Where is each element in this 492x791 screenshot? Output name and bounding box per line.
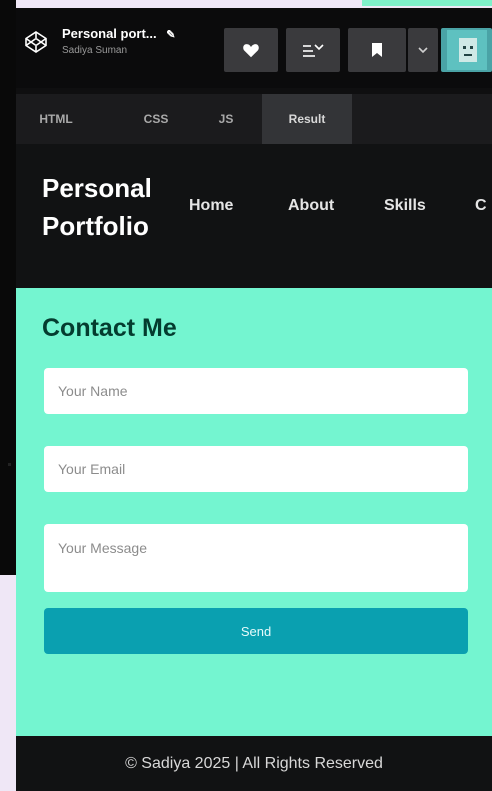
nav-home[interactable]: Home xyxy=(189,197,233,215)
avatar-illustration xyxy=(446,30,487,70)
site-navbar: Personal Portfolio Home About Skills C xyxy=(16,144,492,288)
email-input[interactable] xyxy=(44,446,468,492)
bookmark-dropdown-button[interactable] xyxy=(408,28,438,72)
pen-title-block: Personal port... ✎ Sadiya Suman xyxy=(62,26,175,56)
footer-text: © Sadiya 2025 | All Rights Reserved xyxy=(125,755,383,772)
left-edge-dot xyxy=(8,463,11,466)
left-edge-bar xyxy=(0,0,16,575)
name-input[interactable] xyxy=(44,368,468,414)
bookmark-button[interactable] xyxy=(348,28,406,72)
pen-author[interactable]: Sadiya Suman xyxy=(62,45,175,56)
message-textarea[interactable] xyxy=(44,524,468,592)
codepen-logo-icon[interactable] xyxy=(24,30,48,54)
pen-title[interactable]: Personal port... ✎ xyxy=(62,26,175,41)
tab-html[interactable]: HTML xyxy=(16,94,96,144)
heart-button[interactable] xyxy=(224,28,278,72)
nav-contact[interactable]: C xyxy=(475,197,487,215)
pen-title-text: Personal port... xyxy=(62,26,157,41)
site-footer: © Sadiya 2025 | All Rights Reserved xyxy=(16,736,492,791)
codepen-frame: Personal port... ✎ Sadiya Suman HTML CSS… xyxy=(16,8,492,791)
send-button[interactable]: Send xyxy=(44,608,468,654)
tab-js[interactable]: JS xyxy=(196,94,256,144)
editor-tabs: HTML CSS JS Result xyxy=(16,94,492,144)
site-brand: Personal Portfolio xyxy=(42,173,152,241)
avatar[interactable] xyxy=(441,28,492,72)
top-strip xyxy=(362,0,492,6)
bookmark-icon xyxy=(372,43,382,57)
pencil-icon[interactable]: ✎ xyxy=(166,28,175,41)
layout-icon xyxy=(303,44,324,57)
tab-result[interactable]: Result xyxy=(262,94,352,144)
result-pane: Personal Portfolio Home About Skills C C… xyxy=(16,144,492,791)
tab-css[interactable]: CSS xyxy=(116,94,196,144)
nav-about[interactable]: About xyxy=(288,197,334,215)
nav-skills[interactable]: Skills xyxy=(384,197,426,215)
chevron-down-icon xyxy=(418,47,428,54)
pen-header: Personal port... ✎ Sadiya Suman xyxy=(16,8,492,88)
contact-title: Contact Me xyxy=(42,314,177,342)
layout-button[interactable] xyxy=(286,28,340,72)
heart-icon xyxy=(243,44,259,58)
